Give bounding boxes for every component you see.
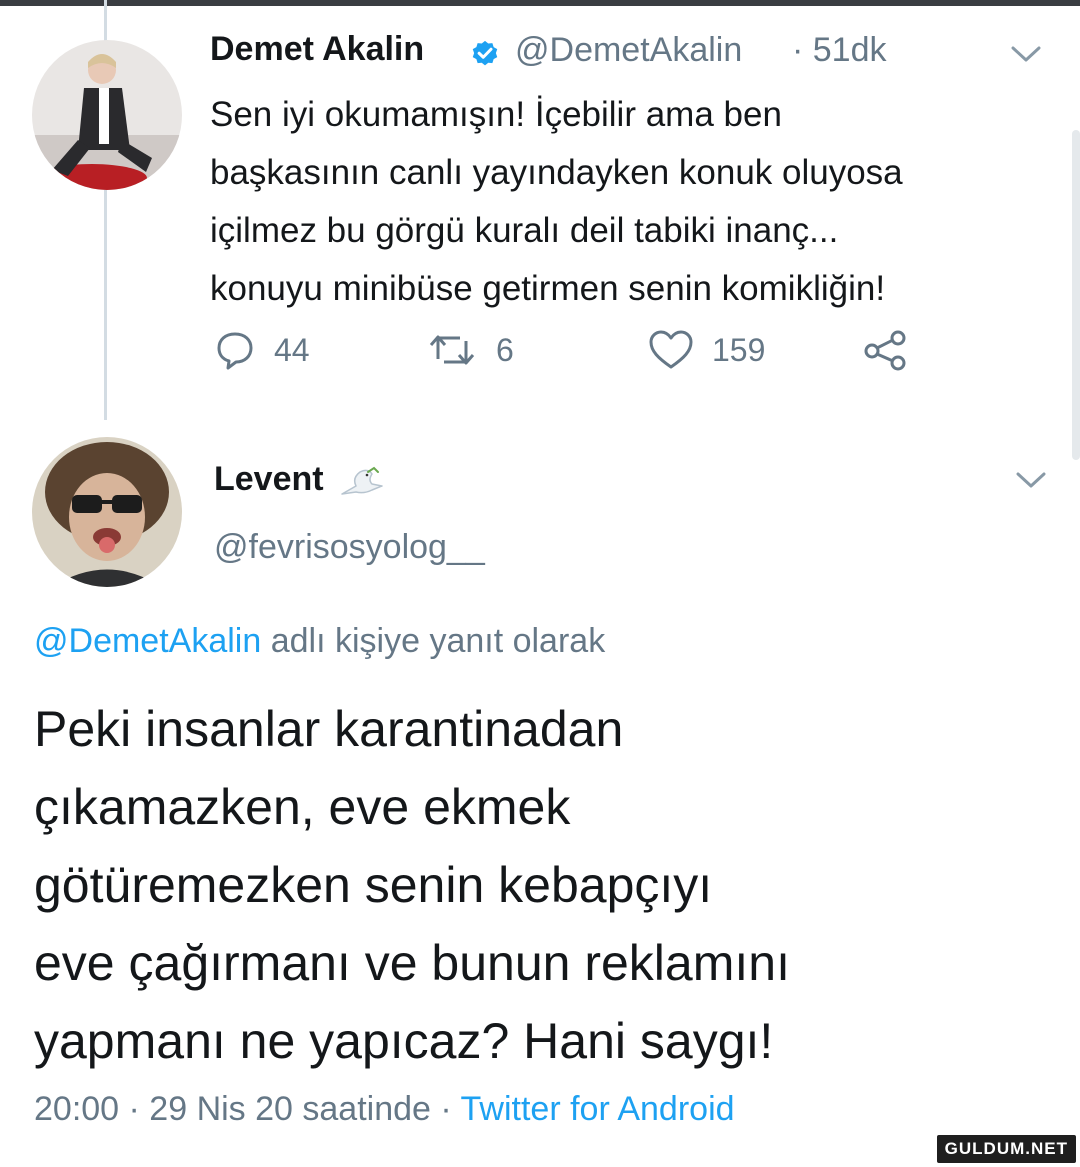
avatar-demet-akalin[interactable]: [32, 40, 182, 190]
tweet2-text-line: yapmanı ne yapıcaz? Hani saygı!: [34, 1013, 774, 1069]
verified-badge-icon: [472, 40, 498, 66]
tweet2-author-name[interactable]: Levent: [214, 460, 324, 499]
tweet2-handle[interactable]: @fevrisosyolog__: [214, 528, 485, 567]
tweet2-text-line: çıkamazken, eve ekmek: [34, 779, 571, 835]
reply-count: 44: [274, 331, 310, 368]
tweet1-text-line: Sen iyi okumamışın! İçebilir ama ben: [210, 95, 782, 134]
scrollbar[interactable]: [1072, 130, 1080, 460]
tweet1-author-name[interactable]: Demet Akalin: [210, 30, 424, 69]
retweet-icon: [429, 335, 475, 365]
like-icon: [649, 330, 693, 369]
reply-to-suffix: adlı kişiye yanıt olarak: [261, 622, 606, 660]
dove-emoji-icon: [341, 466, 383, 495]
tweet2-text-line: götüremezken senin kebapçıyı: [34, 857, 713, 913]
avatar-image: [32, 437, 182, 587]
reply-button[interactable]: 44: [214, 328, 310, 372]
tweet1-time[interactable]: · 51dk: [792, 31, 887, 70]
reply-to-line: @DemetAkalin adlı kişiye yanıt olarak: [34, 622, 605, 661]
tweet1-handle[interactable]: @DemetAkalin: [515, 31, 742, 70]
reply-to-handle-link[interactable]: @DemetAkalin: [34, 622, 261, 660]
chevron-down-icon[interactable]: [1015, 470, 1047, 490]
reply-icon: [217, 332, 253, 370]
like-button[interactable]: 159: [648, 328, 765, 372]
retweet-count: 6: [496, 331, 514, 368]
tweet2-text-line: eve çağırmanı ve bunun reklamını: [34, 935, 790, 991]
like-count: 159: [712, 331, 766, 368]
share-icon: [864, 330, 906, 371]
avatar-levent[interactable]: [32, 437, 182, 587]
chevron-down-icon[interactable]: [1010, 44, 1042, 64]
tweet2-text-line: Peki insanlar karantinadan: [34, 701, 624, 757]
tweet2-meta: 20:00 · 29 Nis 20 saatinde · Twitter for…: [34, 1090, 735, 1129]
tweet1-text-line: içilmez bu görgü kuralı deil tabiki inan…: [210, 211, 839, 250]
top-bar: [0, 0, 1080, 6]
tweet2-text: Peki insanlar karantinadan çıkamazken, e…: [34, 690, 1054, 1080]
tweet1-text: Sen iyi okumamışın! İçebilir ama ben baş…: [210, 86, 1050, 318]
tweet2-source-link[interactable]: Twitter for Android: [461, 1090, 735, 1128]
tweet1-text-line: başkasının canlı yayındayken konuk oluyo…: [210, 153, 903, 192]
tweet2-timestamp[interactable]: 20:00 · 29 Nis 20 saatinde ·: [34, 1090, 461, 1128]
avatar-image: [32, 40, 182, 190]
share-button[interactable]: [862, 328, 908, 372]
retweet-button[interactable]: 6: [426, 328, 514, 372]
tweet1-text-line: konuyu minibüse getirmen senin komikliği…: [210, 269, 886, 308]
watermark-logo: GULDUM.NET: [936, 1135, 1076, 1163]
